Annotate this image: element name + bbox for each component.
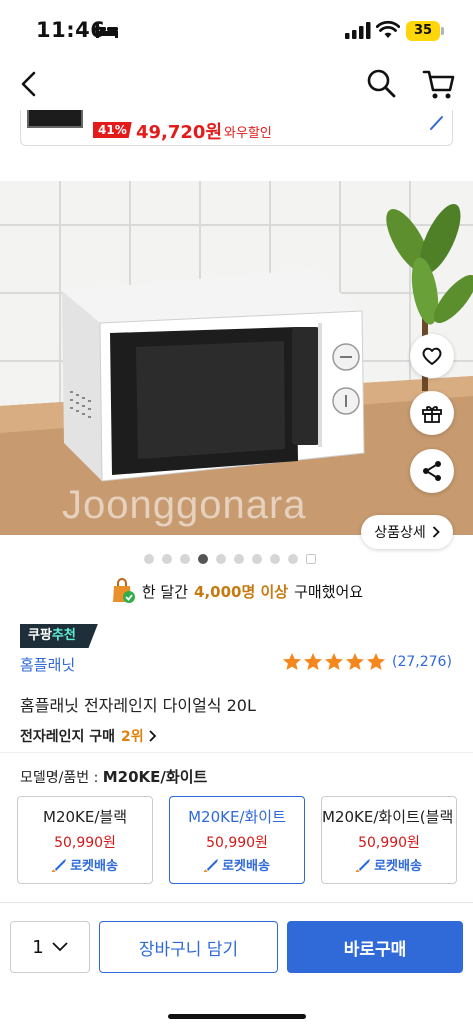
star-icon [283,653,301,670]
cart-icon[interactable] [422,68,456,100]
product-detail-label: 상품상세 [374,525,426,541]
buy-now-button[interactable]: 바로구매 [287,921,463,973]
option-card-selected[interactable]: M20KE/화이트 50,990원 로켓배송 [169,796,305,884]
divider [0,752,473,753]
rocket-icon [356,858,371,872]
wishlist-button[interactable] [410,334,454,378]
shipping-label: 로켓배송 [222,859,270,874]
shipping-label: 로켓배송 [374,859,422,874]
option-price: 50,990원 [206,835,268,851]
status-time: 11:46 [36,18,106,42]
search-icon[interactable] [366,68,396,98]
star-icon [346,653,364,670]
carousel-dot-active[interactable] [198,554,208,564]
review-count[interactable]: (27,276) [392,654,452,670]
share-icon [423,461,441,481]
category-rank[interactable]: 전자레인지 구매 2위 [20,726,158,746]
rank-number: 2위 [121,729,144,745]
carousel-dot[interactable] [288,554,298,564]
option-name: M20KE/블랙 [43,808,127,826]
option-name: M20KE/화이트(블랙 혼 [322,808,457,826]
heart-icon [422,347,442,365]
carousel-dot[interactable] [234,554,244,564]
model-info: 모델명/품번 : M20KE/화이트 [20,766,207,787]
status-bar: 11:46 35 [0,0,473,60]
chevron-right-icon [149,730,156,742]
carousel-dot[interactable] [144,554,154,564]
add-to-cart-button[interactable]: 장바구니 담기 [99,921,278,973]
option-name: M20KE/화이트 [188,808,286,826]
carousel-dot[interactable] [162,554,172,564]
grid-view-icon[interactable] [306,554,316,564]
purchase-notice-suffix: 구매했어요 [294,582,364,601]
purchase-notice-prefix: 한 달간 [141,582,189,601]
image-watermark: Joonggonara [62,483,307,527]
option-list: M20KE/블랙 50,990원 로켓배송 M20KE/화이트 50,990원 … [17,796,457,884]
carousel-dot[interactable] [270,554,280,564]
pencil-icon[interactable] [428,114,444,130]
shipping-label: 로켓배송 [70,859,118,874]
shopping-bag-icon [112,578,135,603]
quantity-select[interactable]: 1 [10,921,90,973]
chevron-right-icon [432,526,440,538]
gift-button[interactable] [410,391,454,435]
option-card[interactable]: M20KE/화이트(블랙 혼 50,990원 로켓배송 [321,796,457,884]
product-title: 홈플래닛 전자레인지 다이얼식 20L [20,696,256,715]
signal-icon [345,22,371,39]
brand-link[interactable]: 홈플래닛 [20,654,75,675]
carousel-dots[interactable] [144,554,316,564]
model-value: M20KE/화이트 [102,768,208,786]
carousel-dot[interactable] [216,554,226,564]
wifi-icon [376,20,400,38]
microwave-photo [0,181,473,535]
promo-thumbnail [27,110,83,128]
home-indicator [168,1014,306,1019]
share-button[interactable] [410,449,454,493]
option-card[interactable]: M20KE/블랙 50,990원 로켓배송 [17,796,153,884]
sleep-icon [96,24,118,38]
carousel-dot[interactable] [252,554,262,564]
battery-tip [441,27,444,35]
option-price: 50,990원 [54,835,116,851]
product-detail-button[interactable]: 상품상세 [361,515,453,549]
discount-badge: 41% [93,122,132,138]
promo-banner[interactable]: 41% 49,720원 와우할인 [20,110,453,146]
star-icon [325,653,343,670]
option-price: 50,990원 [358,835,420,851]
promo-price: 49,720원 [136,122,223,143]
rocket-delivery: 로켓배송 [322,855,456,874]
rocket-delivery: 로켓배송 [18,855,152,874]
carousel-dot[interactable] [180,554,190,564]
rocket-delivery: 로켓배송 [170,855,304,874]
purchase-notice-count: 4,000명 이상 [194,582,289,601]
rank-label: 전자레인지 구매 [20,729,116,745]
recommend-brand: 쿠팡 [28,628,52,643]
star-icon [304,653,322,670]
rocket-icon [204,858,219,872]
gift-icon [422,406,442,423]
model-label: 모델명/품번 : [20,770,99,786]
top-nav [0,60,473,110]
battery-indicator: 35 [406,21,440,41]
back-icon[interactable] [16,70,44,98]
purchase-notice: 한 달간 4,000명 이상 구매했어요 [0,576,473,606]
coupang-recommend-badge: 쿠팡추천 [20,624,98,648]
star-icon [367,653,385,670]
chevron-down-icon [52,942,68,952]
recommend-label: 추천 [51,628,76,643]
product-image[interactable]: Joonggonara [0,181,473,535]
rating[interactable]: (27,276) [282,652,452,672]
bottom-action-bar: 1 장바구니 담기 바로구매 [0,902,473,1024]
promo-label: 와우할인 [224,126,272,141]
rocket-icon [52,858,67,872]
quantity-value: 1 [32,936,44,958]
